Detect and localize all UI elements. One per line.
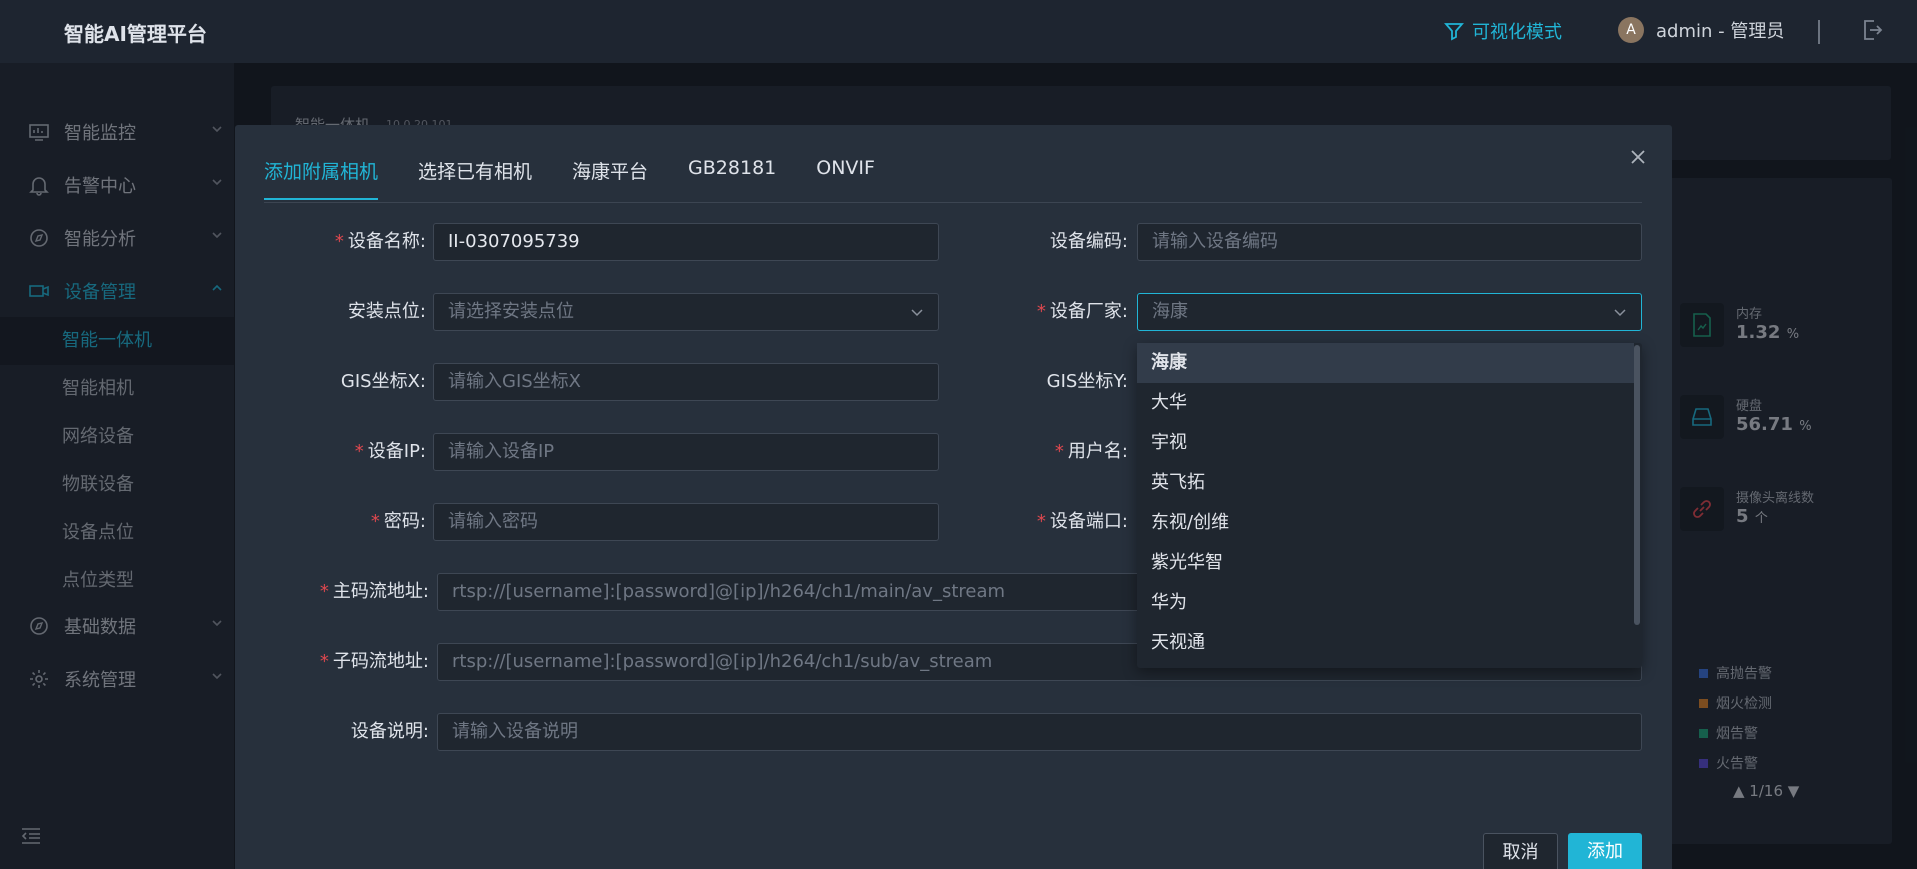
port-label: * 设备端口:: [1036, 511, 1128, 532]
vendor-dropdown: 海康 大华 宇视 英飞拓 东视/创维 紫光华智 华为 天视通: [1137, 343, 1642, 668]
close-icon[interactable]: [1628, 147, 1648, 167]
cancel-button[interactable]: 取消: [1483, 833, 1558, 869]
logout-button[interactable]: [1860, 18, 1884, 47]
install-point-select[interactable]: 请选择安装点位: [433, 293, 939, 331]
device-ip-input[interactable]: 请输入设备IP: [433, 433, 939, 471]
tab-onvif[interactable]: ONVIF: [816, 157, 875, 198]
brand-title: 智能AI管理平台: [64, 22, 207, 46]
required-mark: *: [334, 231, 344, 252]
visual-mode-label: 可视化模式: [1472, 22, 1562, 43]
avatar: A: [1618, 17, 1644, 43]
required-mark: *: [1036, 511, 1046, 532]
vendor-option[interactable]: 东视/创维: [1137, 503, 1634, 543]
tab-gb28181[interactable]: GB28181: [688, 157, 776, 198]
chevron-down-icon: [1614, 309, 1626, 317]
gis-x-input[interactable]: 请输入GIS坐标X: [433, 363, 939, 401]
user-name: admin - 管理员: [1656, 21, 1785, 42]
description-input[interactable]: 请输入设备说明: [437, 713, 1642, 751]
required-mark: *: [319, 651, 329, 672]
tab-hikvision-platform[interactable]: 海康平台: [572, 157, 648, 198]
vendor-option[interactable]: 大华: [1137, 383, 1634, 423]
add-button[interactable]: 添加: [1568, 833, 1642, 869]
user-menu[interactable]: A admin - 管理员: [1618, 17, 1784, 43]
username-label: * 用户名:: [1054, 441, 1128, 462]
required-mark: *: [319, 581, 329, 602]
vendor-option[interactable]: 天视通: [1137, 623, 1634, 663]
vendor-option[interactable]: 宇视: [1137, 423, 1634, 463]
required-mark: *: [1036, 301, 1046, 322]
required-mark: *: [354, 441, 364, 462]
vendor-option[interactable]: 英飞拓: [1137, 463, 1634, 503]
main-stream-label: * 主码流地址:: [319, 581, 429, 602]
dialog-tabs: 添加附属相机 选择已有相机 海康平台 GB28181 ONVIF: [264, 157, 875, 200]
divider: [1818, 20, 1820, 44]
visual-mode-link[interactable]: 可视化模式: [1444, 18, 1562, 44]
vendor-option[interactable]: 紫光华智: [1137, 543, 1634, 583]
dropdown-scrollbar[interactable]: [1634, 345, 1640, 625]
vendor-value: 海康: [1152, 301, 1188, 322]
device-code-label: 设备编码:: [1049, 231, 1128, 252]
tab-select-existing[interactable]: 选择已有相机: [418, 157, 532, 198]
password-input[interactable]: 请输入密码: [433, 503, 939, 541]
required-mark: *: [370, 511, 380, 532]
install-point-label: 安装点位:: [347, 301, 426, 322]
device-name-label: * 设备名称:: [334, 231, 426, 252]
vendor-option[interactable]: 海康: [1137, 343, 1634, 383]
password-label: * 密码:: [370, 511, 426, 532]
device-code-input[interactable]: 请输入设备编码: [1137, 223, 1642, 261]
description-label: 设备说明:: [350, 721, 429, 742]
funnel-icon: [1444, 23, 1464, 41]
device-name-input[interactable]: II-0307095739: [433, 223, 939, 261]
gis-y-label: GIS坐标Y:: [1046, 371, 1128, 392]
vendor-label: * 设备厂家:: [1036, 301, 1128, 322]
install-point-placeholder: 请选择安装点位: [448, 301, 574, 322]
top-bar: 智能AI管理平台 可视化模式 A admin - 管理员: [0, 0, 1917, 63]
sub-stream-label: * 子码流地址:: [319, 651, 429, 672]
required-mark: *: [1054, 441, 1064, 462]
tab-add-camera[interactable]: 添加附属相机: [264, 157, 379, 200]
gis-x-label: GIS坐标X:: [340, 371, 426, 392]
tabs-divider: [264, 202, 1642, 203]
chevron-down-icon: [911, 309, 923, 317]
vendor-option[interactable]: 华为: [1137, 583, 1634, 623]
logout-icon: [1864, 20, 1883, 40]
device-ip-label: * 设备IP:: [354, 441, 426, 462]
vendor-select[interactable]: 海康: [1137, 293, 1642, 331]
